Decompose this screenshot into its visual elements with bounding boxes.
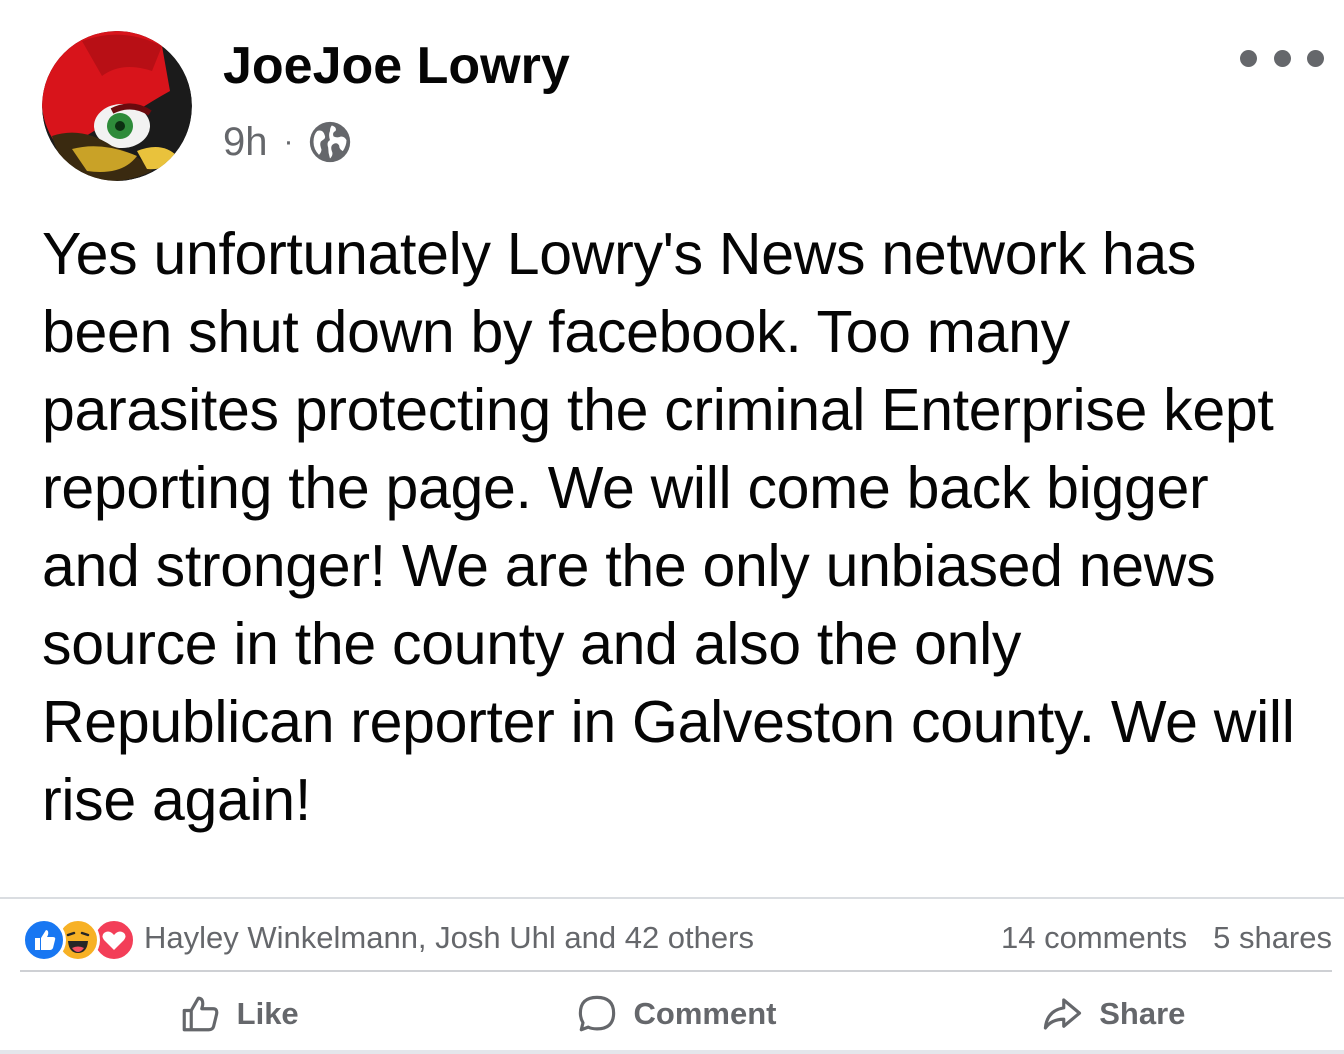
share-label: Share (1099, 996, 1186, 1031)
meta-separator: · (283, 125, 294, 158)
share-arrow-icon (1044, 998, 1082, 1030)
reactors-summary[interactable]: Hayley Winkelmann, Josh Uhl and 42 other… (144, 920, 754, 956)
post-bottom-edge (0, 1050, 1344, 1054)
comments-count[interactable]: 14 comments (1001, 920, 1187, 956)
author-name[interactable]: JoeJoe Lowry (223, 36, 570, 96)
more-options-button[interactable] (1240, 40, 1324, 76)
share-button[interactable]: Share (895, 980, 1332, 1048)
reaction-icons[interactable] (22, 916, 138, 962)
post-actions: Like Comment Share (20, 980, 1332, 1048)
like-reaction-icon (22, 918, 66, 962)
shares-count[interactable]: 5 shares (1213, 920, 1332, 956)
comment-button[interactable]: Comment (457, 980, 894, 1048)
avatar[interactable] (42, 31, 192, 181)
like-button[interactable]: Like (20, 980, 457, 1048)
more-dot-3 (1307, 49, 1324, 67)
divider (20, 970, 1332, 972)
comment-label: Comment (633, 996, 777, 1031)
more-dot-2 (1273, 49, 1291, 67)
reactions-bar: Hayley Winkelmann, Josh Uhl and 42 other… (22, 912, 1332, 964)
facebook-post: JoeJoe Lowry 9h · Yes unfortunately Lowr… (0, 0, 1344, 1054)
like-label: Like (236, 996, 299, 1031)
comment-bubble-icon (578, 995, 615, 1032)
globe-icon[interactable] (308, 120, 352, 164)
more-dot-1 (1240, 49, 1257, 67)
post-meta: 9h · (223, 118, 352, 166)
thumbs-up-icon (182, 996, 218, 1032)
avatar-image (42, 31, 192, 181)
post-timestamp[interactable]: 9h (223, 120, 268, 165)
divider (0, 897, 1344, 899)
engagement-counts: 14 comments 5 shares (1001, 920, 1332, 956)
post-text: Yes unfortunately Lowry's News network h… (42, 221, 1295, 833)
